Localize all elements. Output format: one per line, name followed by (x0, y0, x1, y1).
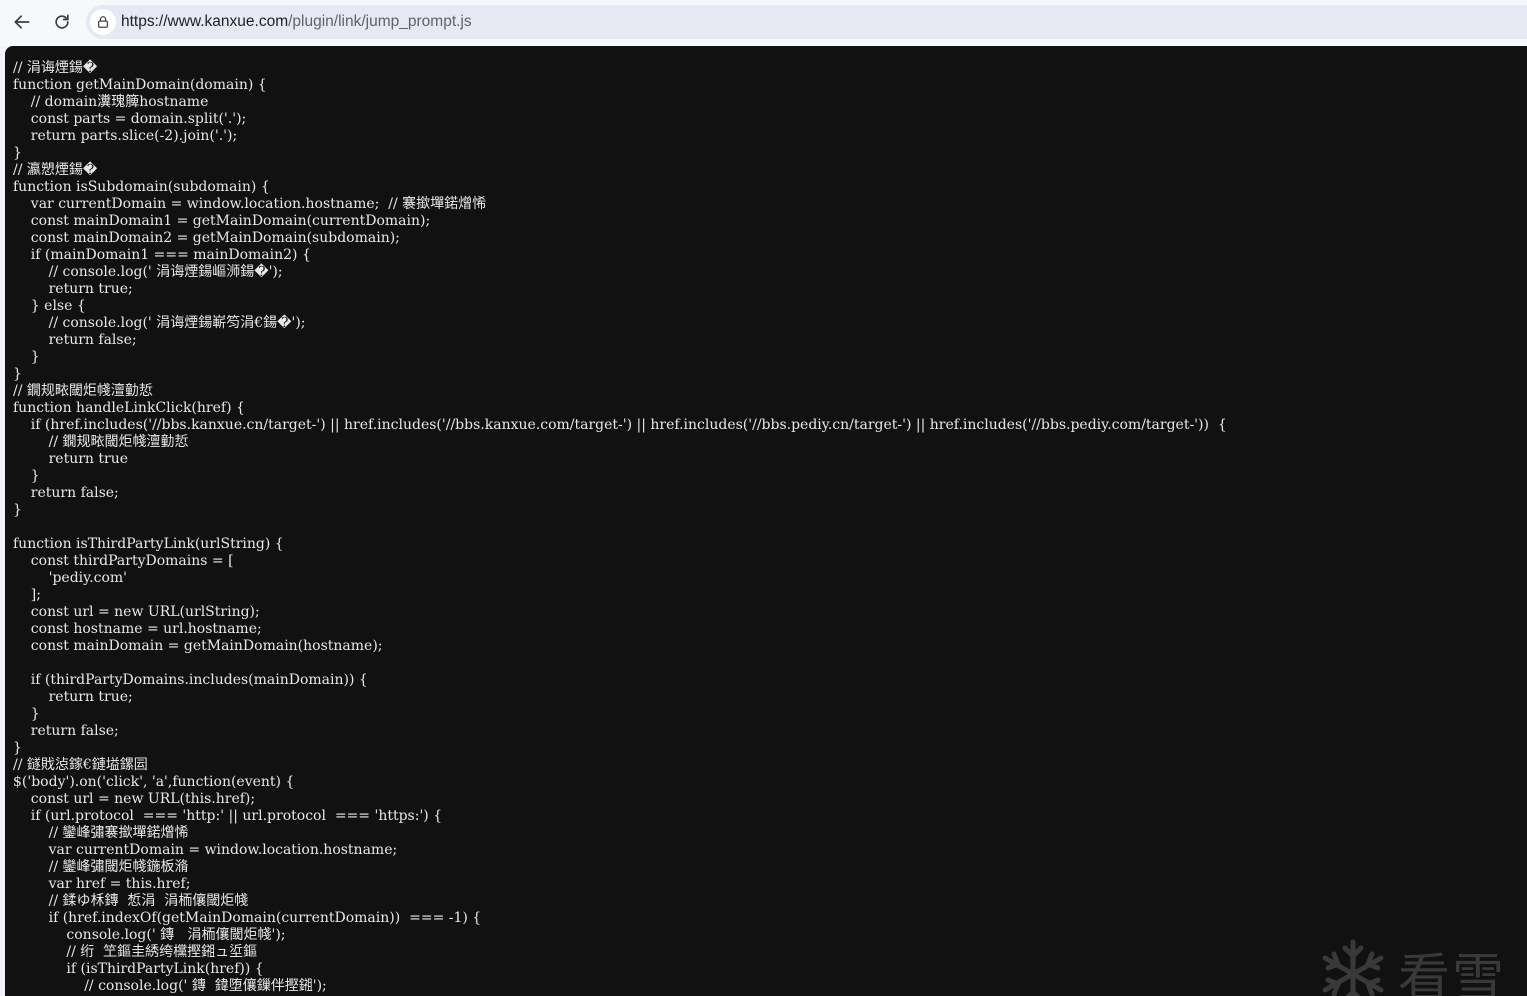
code-line: } (13, 145, 1527, 162)
code-line: } else { (13, 298, 1527, 315)
code-line: const hostname = url.hostname; (13, 621, 1527, 638)
code-line: const mainDomain2 = getMainDomain(subdom… (13, 230, 1527, 247)
code-line: // 瀛愬煙鍚� (13, 162, 1527, 179)
site-info-button[interactable] (90, 9, 116, 35)
code-line: if (href.includes('//bbs.kanxue.cn/targe… (13, 417, 1527, 434)
code-line: return false; (13, 723, 1527, 740)
code-line: } (13, 740, 1527, 757)
code-line: // 鐩戝惉鎵€鏈塧鏍囩 (13, 757, 1527, 774)
code-line: return true (13, 451, 1527, 468)
code-line: const url = new URL(this.href); (13, 791, 1527, 808)
arrow-left-icon (12, 12, 32, 32)
snowflake-logo-icon (1320, 938, 1386, 996)
code-line: function getMainDomain(domain) { (13, 77, 1527, 94)
code-line: // 绗 笁鏂圭綉绔欓摼鎺ュ垽鏂 (13, 944, 1527, 961)
code-line: // 鑾峰彇褰撳墠鍩熷悕 (13, 825, 1527, 842)
code-line: function isSubdomain(subdomain) { (13, 179, 1527, 196)
code-line: 'pediy.com' (13, 570, 1527, 587)
url-host: https://www.kanxue.com (121, 13, 288, 30)
code-line: ]; (13, 587, 1527, 604)
code-line: console.log(' 鏄 涓栭儴閾炬帴'); (13, 927, 1527, 944)
watermark: 看雪 (1320, 936, 1506, 996)
code-line: // console.log(' 鏄 鍏堕儴鏁伴摼鎺'); (13, 978, 1527, 995)
code-line: var currentDomain = window.location.host… (13, 842, 1527, 859)
code-line: function isThirdPartyLink(urlString) { (13, 536, 1527, 553)
code-line: // 鍒ゆ柇鏄 惁涓 涓栭儴閾炬帴 (13, 893, 1527, 910)
code-line: // 涓诲煙鍚� (13, 60, 1527, 77)
site-info-icon (96, 15, 110, 29)
url-text[interactable]: https://www.kanxue.com/plugin/link/jump_… (121, 13, 472, 31)
code-line: return false; (13, 332, 1527, 349)
code-line: if (url.protocol === 'http:' || url.prot… (13, 808, 1527, 825)
code-line: // 鑾峰彇閾炬帴鍦板潃 (13, 859, 1527, 876)
code-line: // 鐗规畩閾炬帴澶勭悊 (13, 434, 1527, 451)
code-line: // domain瀵瑰簲hostname (13, 94, 1527, 111)
address-bar[interactable]: https://www.kanxue.com/plugin/link/jump_… (86, 5, 1527, 39)
code-line: $('body').on('click', 'a',function(event… (13, 774, 1527, 791)
browser-toolbar: https://www.kanxue.com/plugin/link/jump_… (0, 0, 1527, 46)
code-line: if (mainDomain1 === mainDomain2) { (13, 247, 1527, 264)
code-line (13, 519, 1527, 536)
code-line: var href = this.href; (13, 876, 1527, 893)
back-button[interactable] (8, 8, 36, 36)
code-line: } (13, 349, 1527, 366)
code-line: // 鐗规畩閾炬帴澶勭悊 (13, 383, 1527, 400)
code-line: return true; (13, 689, 1527, 706)
code-line: // console.log(' 涓诲煙鍚嶇浉鍚�'); (13, 264, 1527, 281)
code-line: const parts = domain.split('.'); (13, 111, 1527, 128)
code-line (13, 655, 1527, 672)
code-line: // console.log(' 涓诲煙鍚嶄笉涓€鍚�'); (13, 315, 1527, 332)
code-line: return parts.slice(-2).join('.'); (13, 128, 1527, 145)
code-line: if (thirdPartyDomains.includes(mainDomai… (13, 672, 1527, 689)
code-line: } (13, 706, 1527, 723)
code-line: var currentDomain = window.location.host… (13, 196, 1527, 213)
code-line: const mainDomain = getMainDomain(hostnam… (13, 638, 1527, 655)
code-line: const thirdPartyDomains = [ (13, 553, 1527, 570)
code-line: } (13, 468, 1527, 485)
code-line: return false; (13, 485, 1527, 502)
code-view: // 涓诲煙鍚�function getMainDomain(domain) {… (5, 46, 1527, 995)
watermark-text: 看雪 (1398, 936, 1506, 996)
code-line: const url = new URL(urlString); (13, 604, 1527, 621)
code-line: const mainDomain1 = getMainDomain(curren… (13, 213, 1527, 230)
code-line: } (13, 502, 1527, 519)
code-line: if (href.indexOf(getMainDomain(currentDo… (13, 910, 1527, 927)
reload-button[interactable] (48, 8, 76, 36)
code-line: return true; (13, 281, 1527, 298)
page-content: // 涓诲煙鍚�function getMainDomain(domain) {… (5, 46, 1527, 996)
reload-icon (52, 12, 72, 32)
code-line: function handleLinkClick(href) { (13, 400, 1527, 417)
url-path: /plugin/link/jump_prompt.js (288, 13, 472, 30)
code-line: } (13, 366, 1527, 383)
code-line: if (isThirdPartyLink(href)) { (13, 961, 1527, 978)
